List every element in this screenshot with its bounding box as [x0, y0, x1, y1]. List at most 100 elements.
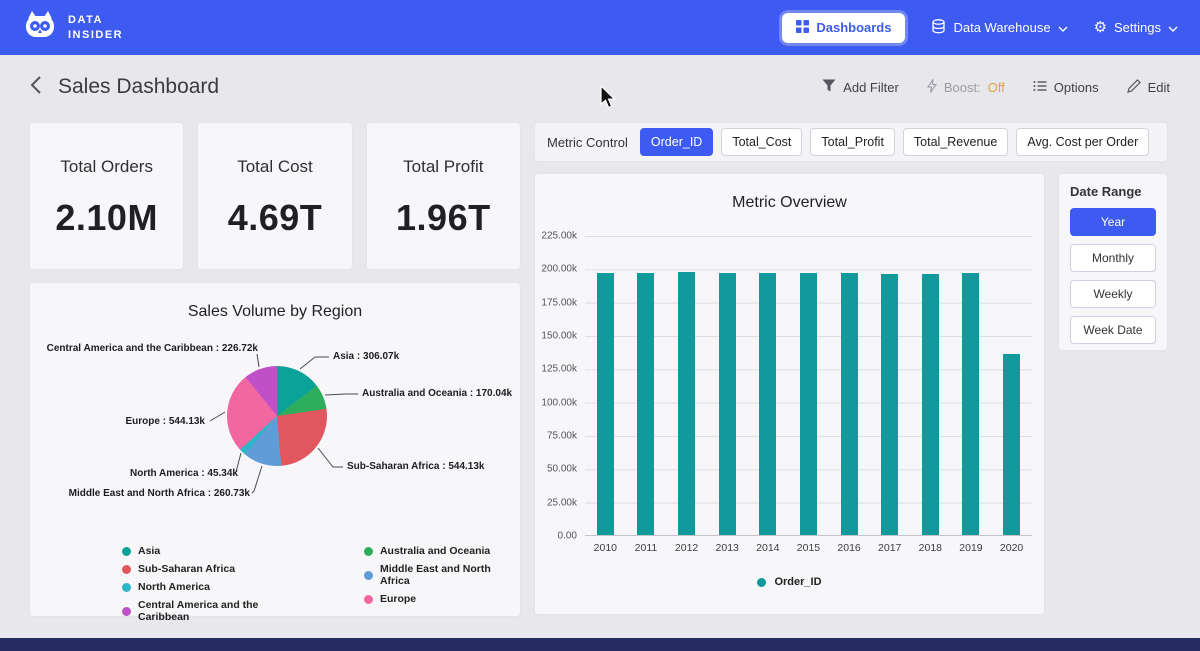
pie-label-australia-oceania: Australia and Oceania : 170.04k: [362, 388, 512, 399]
legend-dot: [364, 595, 373, 604]
pie-label-asia: Asia : 306.07k: [333, 351, 399, 362]
date-range-weekly-button[interactable]: Weekly: [1070, 280, 1156, 308]
metric-button-total-cost[interactable]: Total_Cost: [721, 128, 802, 156]
legend-item: Sub-Saharan Africa: [122, 563, 309, 575]
x-tick: 2015: [800, 542, 817, 554]
pie-label-europe: Europe : 544.13k: [126, 416, 205, 427]
pie-legend: Asia Sub-Saharan Africa North America Ce…: [122, 545, 520, 623]
x-tick: 2014: [759, 542, 776, 554]
settings-label: Settings: [1114, 20, 1161, 35]
grid-icon: [796, 20, 809, 36]
dashboard-body: Total Orders 2.10M Total Cost 4.69T Tota…: [0, 119, 1200, 616]
legend-item: Middle East and North Africa: [364, 563, 520, 587]
brand: DATA INSIDER: [22, 10, 123, 45]
metric-button-avg-cost[interactable]: Avg. Cost per Order: [1016, 128, 1149, 156]
legend-label: Europe: [380, 593, 416, 605]
metric-button-total-revenue[interactable]: Total_Revenue: [903, 128, 1008, 156]
bar-legend-label: Order_ID: [774, 576, 821, 588]
edit-label: Edit: [1148, 80, 1170, 95]
bar-2015[interactable]: [800, 273, 817, 535]
bar-2017[interactable]: [881, 274, 898, 535]
legend-label: Central America and the Caribbean: [138, 599, 309, 623]
x-tick: 2011: [637, 542, 654, 554]
legend-item: Europe: [364, 593, 520, 605]
bar-2011[interactable]: [637, 273, 654, 535]
bar-2016[interactable]: [841, 273, 858, 535]
options-button[interactable]: Options: [1033, 80, 1099, 95]
legend-item: Asia: [122, 545, 309, 557]
bar-chart-title: Metric Overview: [535, 174, 1044, 212]
top-nav: Dashboards Data Warehouse ⚙ Settings: [782, 13, 1178, 43]
kpi-row: Total Orders 2.10M Total Cost 4.69T Tota…: [30, 123, 520, 269]
pie-label-sub-saharan-africa: Sub-Saharan Africa : 544.13k: [347, 461, 484, 472]
legend-label: Asia: [138, 545, 160, 557]
bar-2012[interactable]: [678, 272, 695, 535]
dashboard-toolbar: Add Filter Boost: Off Options Edit: [822, 79, 1170, 96]
x-tick: 2018: [922, 542, 939, 554]
gear-icon: ⚙: [1094, 20, 1107, 35]
x-tick: 2010: [597, 542, 614, 554]
y-axis: 225.00k 200.00k 175.00k 150.00k 125.00k …: [541, 236, 585, 536]
boost-toggle[interactable]: Boost: Off: [927, 79, 1005, 96]
date-range-monthly-button[interactable]: Monthly: [1070, 244, 1156, 272]
bar-2018[interactable]: [922, 274, 939, 535]
edit-button[interactable]: Edit: [1127, 79, 1170, 96]
bar-2010[interactable]: [597, 273, 614, 535]
date-range-week-date-button[interactable]: Week Date: [1070, 316, 1156, 344]
pie-canvas: Central America and the Caribbean : 226.…: [30, 321, 520, 541]
chevron-down-icon: [1058, 20, 1068, 35]
back-button[interactable]: [30, 76, 42, 99]
x-tick: 2013: [719, 542, 736, 554]
brand-line1: DATA: [68, 13, 123, 28]
bar-2019[interactable]: [962, 273, 979, 535]
metric-button-order-id[interactable]: Order_ID: [640, 128, 713, 156]
bars: [585, 236, 1032, 535]
list-icon: [1033, 80, 1047, 95]
y-tick: 150.00k: [541, 330, 577, 341]
legend-label: Australia and Oceania: [380, 545, 490, 557]
kpi-total-cost: Total Cost 4.69T: [198, 123, 351, 269]
filter-icon: [822, 79, 836, 95]
legend-item: North America: [122, 581, 309, 593]
data-warehouse-menu[interactable]: Data Warehouse: [931, 19, 1067, 37]
legend-dot: [364, 571, 373, 580]
settings-menu[interactable]: ⚙ Settings: [1094, 20, 1178, 35]
legend-label: North America: [138, 581, 210, 593]
right-row: Metric Overview 225.00k 200.00k 175.00k …: [535, 174, 1167, 614]
legend-label: Sub-Saharan Africa: [138, 563, 235, 575]
footer-strip: [0, 638, 1200, 651]
brand-line2: INSIDER: [68, 28, 123, 43]
legend-dot: [122, 583, 131, 592]
y-tick: 200.00k: [541, 264, 577, 275]
brand-text: DATA INSIDER: [68, 13, 123, 43]
add-filter-button[interactable]: Add Filter: [822, 79, 899, 95]
kpi-value: 2.10M: [30, 197, 183, 239]
bar-2013[interactable]: [719, 273, 736, 535]
owl-logo-icon: [22, 10, 58, 45]
bar-2014[interactable]: [759, 273, 776, 535]
metric-control-label: Metric Control: [547, 135, 628, 150]
chevron-down-icon: [1168, 20, 1178, 35]
bar-2020[interactable]: [1003, 354, 1020, 535]
database-icon: [931, 19, 946, 37]
pie-chart[interactable]: [227, 366, 327, 466]
legend-item: Central America and the Caribbean: [122, 599, 309, 623]
metric-button-total-profit[interactable]: Total_Profit: [810, 128, 895, 156]
date-range-title: Date Range: [1070, 184, 1156, 199]
data-warehouse-label: Data Warehouse: [953, 20, 1050, 35]
legend-label: Middle East and North Africa: [380, 563, 520, 587]
y-tick: 100.00k: [541, 397, 577, 408]
kpi-value: 1.96T: [367, 197, 520, 239]
dashboards-label: Dashboards: [816, 20, 891, 35]
pie-label-north-america: North America : 45.34k: [130, 468, 238, 479]
boost-label: Boost:: [944, 80, 981, 95]
plot-area: [585, 236, 1032, 536]
pie-label-middle-east: Middle East and North Africa : 260.73k: [69, 488, 250, 499]
legend-dot: [364, 547, 373, 556]
options-label: Options: [1054, 80, 1099, 95]
dashboards-button[interactable]: Dashboards: [782, 13, 905, 43]
top-bar: DATA INSIDER Dashboards: [0, 0, 1200, 55]
x-tick: 2012: [678, 542, 695, 554]
bar-chart-legend: Order_ID: [535, 576, 1044, 588]
date-range-year-button[interactable]: Year: [1070, 208, 1156, 236]
